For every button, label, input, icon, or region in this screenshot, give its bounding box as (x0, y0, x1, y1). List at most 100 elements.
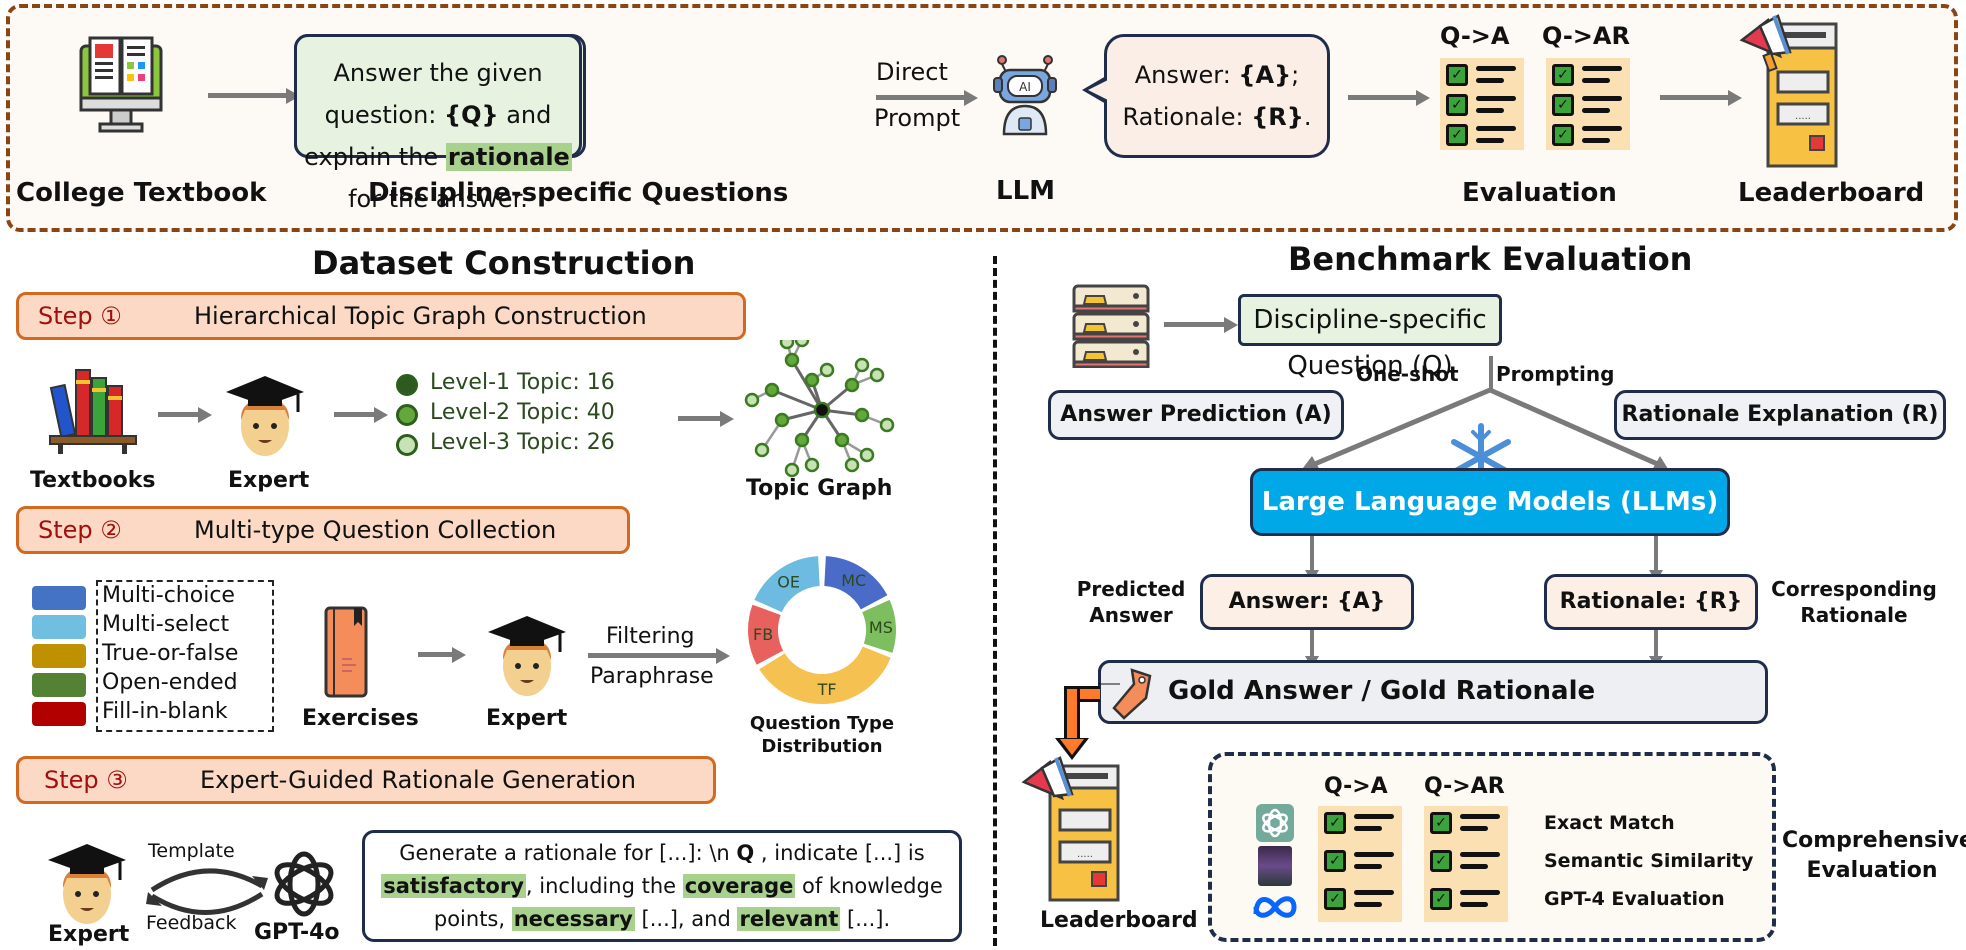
checkbox-checked-icon: ✓ (1552, 124, 1574, 146)
arrow-head (452, 647, 466, 663)
arrow (1164, 322, 1226, 327)
arrow-head (716, 648, 730, 664)
checkbox-checked-icon: ✓ (1446, 124, 1468, 146)
expert-icon (222, 370, 308, 460)
graph-node-level-3 (804, 457, 820, 473)
expert-label: Expert (228, 468, 310, 493)
orange-arrow-head-fill (1060, 739, 1084, 755)
legend-swatch (32, 586, 86, 610)
svg-text:AI: AI (1019, 80, 1031, 94)
topic-level-label: Level-3 Topic: 26 (430, 430, 615, 455)
rationale-text-part: [...]. (840, 907, 891, 931)
leaderboard-icon: ..... (1020, 756, 1130, 906)
bubble-text-part: Answer: (1134, 61, 1239, 89)
donut-label: FB (753, 625, 773, 644)
legend-swatch (32, 644, 86, 668)
step2-number: Step ② (38, 516, 122, 544)
rationale-highlight: relevant (737, 907, 841, 931)
donut-caption-line: Distribution (761, 736, 883, 757)
text-line (1460, 864, 1488, 869)
exercises-label: Exercises (302, 706, 419, 731)
discipline-question-box: Discipline-specific Question (Q) (1238, 294, 1502, 381)
arrow-head (1416, 90, 1430, 106)
graph-node-level-3 (784, 462, 800, 478)
database-server-icon (1072, 284, 1150, 368)
text-line (1354, 890, 1394, 895)
graph-node-level-2 (854, 407, 870, 423)
text-line (1354, 814, 1394, 819)
donut-label: TF (817, 680, 837, 699)
checkbox-checked-icon: ✓ (1430, 888, 1452, 910)
text-line (1582, 66, 1622, 71)
graph-node-level-3 (844, 457, 860, 473)
feedback-label: Feedback (146, 912, 237, 934)
donut-label: MS (869, 618, 893, 637)
filtering-label: Filtering (606, 624, 695, 649)
questions-label: Discipline-specific Questions (368, 178, 789, 208)
textbooks-icon (48, 366, 144, 456)
graph-node-level-1 (813, 401, 831, 419)
evaluation-label: Evaluation (1462, 178, 1617, 208)
bubble-rationale-placeholder: {R} (1251, 103, 1304, 131)
exercises-book-icon (324, 606, 368, 698)
label-line: Corresponding (1771, 577, 1937, 601)
arrow-head (198, 407, 212, 423)
prompt-label: Prompt (874, 104, 961, 132)
arrow (678, 416, 722, 421)
metric-label: GPT-4 Evaluation (1544, 888, 1725, 910)
leaderboard-label: Leaderboard (1738, 178, 1925, 208)
text-line (1460, 814, 1500, 819)
gold-answer-label: Gold Answer / Gold Rationale (1168, 676, 1596, 706)
text-line (1476, 78, 1504, 83)
eval-col-qar-bottom: Q->AR (1424, 774, 1505, 799)
legend-label: True-or-false (102, 641, 239, 666)
arrow-head (964, 90, 978, 106)
bubble-text-part: ; (1291, 61, 1300, 89)
graph-node-level-2 (804, 372, 820, 388)
topic-graph-label: Topic Graph (746, 476, 893, 501)
topic-level-dot (396, 374, 418, 396)
question-type-donut: MC MS TF FB OE (748, 556, 896, 704)
text-line (1354, 864, 1382, 869)
text-line (1460, 852, 1500, 857)
model-logo-icon (1258, 846, 1292, 886)
legend-swatch (32, 702, 86, 726)
metric-label: Exact Match (1544, 812, 1675, 834)
eval-col-qa-bottom: Q->A (1324, 774, 1388, 799)
one-shot-label: One-shot (1356, 362, 1459, 386)
text-line (1476, 96, 1516, 101)
topic-level-label: Level-2 Topic: 40 (430, 400, 615, 425)
bubble-text: Answer: {A}; Rationale: {R}. (1104, 54, 1330, 138)
donut-label: OE (777, 572, 800, 591)
prompt-q-placeholder: {Q} (444, 101, 499, 129)
graph-node-level-2 (764, 382, 780, 398)
rationale-highlight: necessary (511, 907, 635, 931)
legend-label: Multi-select (102, 612, 230, 637)
arrow (418, 652, 454, 657)
prompt-highlight: rationale (445, 143, 572, 171)
bubble-answer-placeholder: {A} (1238, 61, 1292, 89)
graph-node-level-3 (744, 392, 760, 408)
graph-node-level-2 (844, 377, 860, 393)
llms-box: Large Language Models (LLMs) (1250, 468, 1730, 536)
direct-label: Direct (876, 58, 948, 86)
arrow-eval-to-leaderboard (1660, 95, 1730, 100)
template-label: Template (148, 840, 235, 862)
connector (1310, 536, 1314, 572)
expert3-label: Expert (48, 922, 130, 947)
legend-label: Open-ended (102, 670, 238, 695)
corresponding-rationale-label: Corresponding Rationale (1764, 576, 1944, 628)
textbook-monitor-icon (78, 36, 164, 136)
arrow (334, 412, 376, 417)
rationale-text-part: [...], and (634, 907, 738, 931)
label-line: Rationale (1800, 603, 1908, 627)
legend-label: Fill-in-blank (102, 699, 228, 724)
dataset-construction-title: Dataset Construction (312, 244, 696, 282)
donut-label: MC (841, 571, 866, 590)
checkbox-checked-icon: ✓ (1552, 94, 1574, 116)
rationale-text-part: , including the (525, 874, 683, 898)
label-line: Comprehensive (1782, 828, 1966, 853)
graph-node-level-3 (779, 340, 795, 350)
checkbox-checked-icon: ✓ (1446, 64, 1468, 86)
rationale-highlight: satisfactory (381, 874, 526, 898)
